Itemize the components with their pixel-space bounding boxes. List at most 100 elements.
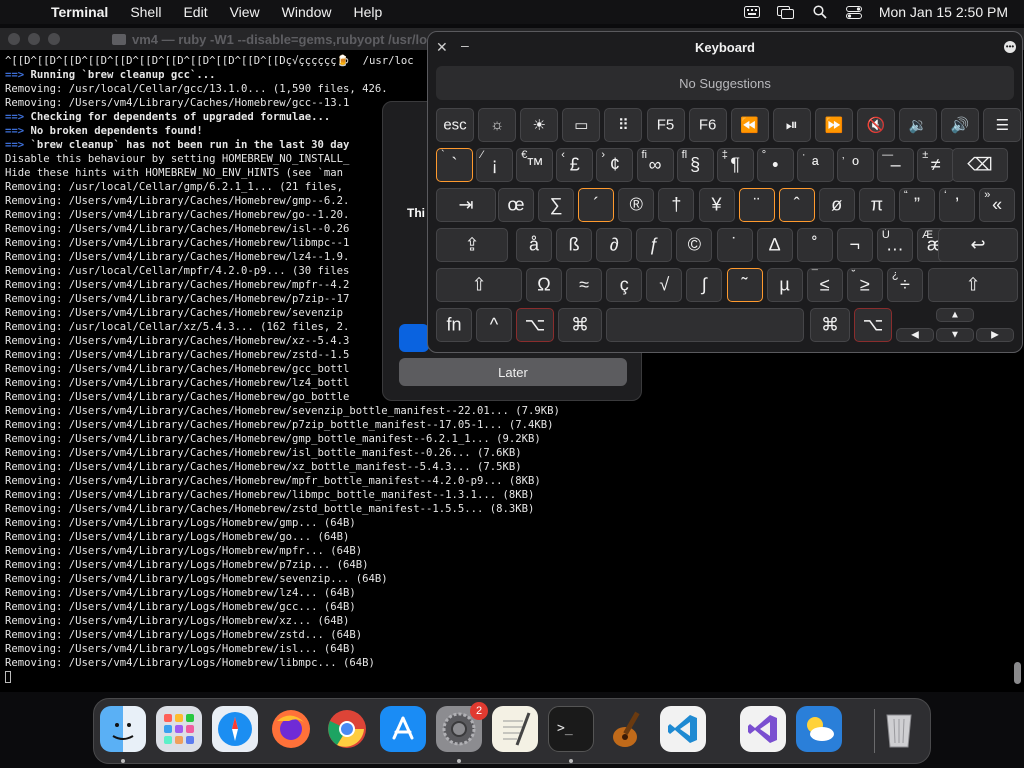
key-volume-down[interactable]: 🔉 [899, 108, 938, 142]
arrow-left-key[interactable]: ◀ [896, 328, 934, 342]
delete-key[interactable]: ⌫ [952, 148, 1008, 182]
trash-icon[interactable] [876, 706, 922, 752]
keyboard-key[interactable]: ƒ [636, 228, 673, 262]
key-command-left[interactable]: ⌘ [558, 308, 602, 342]
key-rewind[interactable]: ⏪ [730, 108, 769, 142]
keyboard-key[interactable]: † [658, 188, 695, 222]
menu-edit[interactable]: Edit [172, 4, 218, 20]
dialog-primary-button[interactable] [399, 324, 429, 352]
keyboard-key[interactable]: ß [556, 228, 593, 262]
key-command-right[interactable]: ⌘ [810, 308, 850, 342]
key-control[interactable]: ^ [476, 308, 512, 342]
key-play-pause[interactable]: ⏯ [772, 108, 811, 142]
screen-mirroring-icon[interactable] [777, 5, 795, 19]
app-menu[interactable]: Terminal [40, 4, 119, 20]
keyboard-key[interactable]: Ú… [876, 228, 913, 262]
later-button[interactable]: Later [399, 358, 627, 386]
key-esc[interactable]: esc [436, 108, 474, 142]
key-option-right[interactable]: ⌥ [854, 308, 892, 342]
menu-window[interactable]: Window [271, 4, 343, 20]
keyboard-key[interactable]: ﬁ ∞ [636, 148, 674, 182]
system-settings-icon[interactable]: 2 [436, 702, 488, 752]
shift-key[interactable]: ⇧ [436, 268, 522, 302]
keyboard-key[interactable]: © [676, 228, 713, 262]
menu-bar-clock[interactable]: Mon Jan 15 2:50 PM [879, 4, 1008, 20]
keyboard-key[interactable]: “” [899, 188, 935, 222]
keyboard-key[interactable]: ¨ [738, 188, 775, 222]
key-option-left[interactable]: ⌥ [516, 308, 554, 342]
keyboard-key[interactable]: å [516, 228, 552, 262]
firefox-icon[interactable] [268, 706, 314, 752]
keyboard-key[interactable]: ¯ ≤ [806, 268, 843, 302]
keyboard-key[interactable]: ® [618, 188, 655, 222]
terminal-icon[interactable]: >_ [548, 706, 594, 752]
control-center-icon[interactable] [845, 5, 863, 19]
key-space[interactable] [606, 308, 804, 342]
garageband-icon[interactable] [604, 706, 650, 752]
finder-icon[interactable] [100, 706, 146, 752]
keyboard-key[interactable]: ø [818, 188, 855, 222]
key-brightness-up[interactable]: ☀ [520, 108, 559, 142]
keyboard-key[interactable]: ° • [756, 148, 794, 182]
keyboard-key[interactable]: ç [606, 268, 643, 302]
key-f6[interactable]: F6 [688, 108, 727, 142]
keyboard-key[interactable]: € ™ [516, 148, 554, 182]
zoom-window-button[interactable] [48, 33, 60, 45]
key-mission-control[interactable]: ▭ [562, 108, 601, 142]
keyboard-key[interactable]: ∆ [756, 228, 793, 262]
chrome-icon[interactable] [324, 706, 370, 752]
key-volume-up[interactable]: 🔊 [941, 108, 980, 142]
keyboard-key[interactable]: ∂ [596, 228, 633, 262]
keyboard-key[interactable]: — – [877, 148, 915, 182]
keyboard-key[interactable]: œ [498, 188, 534, 222]
more-options-icon[interactable]: ••• [1004, 41, 1016, 53]
keyboard-key[interactable]: ´ [578, 188, 615, 222]
spotlight-search-icon[interactable] [811, 5, 829, 19]
keyboard-key[interactable]: Ω [526, 268, 562, 302]
minimize-window-button[interactable] [28, 33, 40, 45]
keyboard-key[interactable]: ` ` [436, 148, 473, 182]
caps-lock-key[interactable]: ⇪ [436, 228, 508, 262]
keyboard-key[interactable]: ‡ ¶ [716, 148, 754, 182]
weather-icon[interactable] [796, 706, 842, 752]
keyboard-key[interactable]: ﬂ § [676, 148, 714, 182]
arrow-up-key[interactable]: ▲ [936, 308, 974, 322]
key-fast-forward[interactable]: ⏩ [814, 108, 853, 142]
close-window-button[interactable] [8, 33, 20, 45]
keyboard-key[interactable]: ‘’ [939, 188, 976, 222]
keyboard-key[interactable]: · ª [796, 148, 834, 182]
tab-key[interactable]: ⇥ [436, 188, 496, 222]
keyboard-key[interactable]: µ [766, 268, 803, 302]
keyboard-key[interactable]: ˙ [716, 228, 753, 262]
keyboard-key[interactable]: ≈ [566, 268, 603, 302]
menu-shell[interactable]: Shell [119, 4, 172, 20]
keyboard-key[interactable]: ‚ º [837, 148, 874, 182]
key-fn[interactable]: fn [436, 308, 472, 342]
keyboard-key[interactable]: ˚ [796, 228, 833, 262]
keyboard-key[interactable]: ⁄ ¡ [476, 148, 514, 182]
keyboard-viewer-icon[interactable] [743, 5, 761, 19]
keyboard-key[interactable]: ∑ [538, 188, 575, 222]
key-launchpad[interactable]: ⠿ [604, 108, 643, 142]
key-f5[interactable]: F5 [646, 108, 685, 142]
keyboard-key[interactable]: ∫ [686, 268, 723, 302]
arrow-right-key[interactable]: ▶ [976, 328, 1014, 342]
keyboard-key[interactable]: ‹ £ [556, 148, 594, 182]
launchpad-icon[interactable] [156, 706, 202, 752]
textedit-icon[interactable] [492, 706, 538, 752]
keyboard-key[interactable]: ˜ [726, 268, 763, 302]
keyboard-key[interactable]: ˆ [778, 188, 815, 222]
keyboard-key[interactable]: π [858, 188, 895, 222]
app-store-icon[interactable] [380, 706, 426, 752]
keyboard-key[interactable]: › ¢ [596, 148, 634, 182]
menu-view[interactable]: View [219, 4, 271, 20]
key-mute[interactable]: 🔇 [857, 108, 895, 142]
keyboard-key[interactable]: ¥ [698, 188, 735, 222]
shift-key[interactable]: ⇧ [928, 268, 1018, 302]
safari-icon[interactable] [212, 706, 258, 752]
menu-help[interactable]: Help [342, 4, 393, 20]
keyboard-key[interactable]: » « [979, 188, 1016, 222]
keyboard-key[interactable]: √ [646, 268, 683, 302]
keyboard-key[interactable]: ˘ ≥ [846, 268, 883, 302]
return-key[interactable]: ↩ [938, 228, 1018, 262]
